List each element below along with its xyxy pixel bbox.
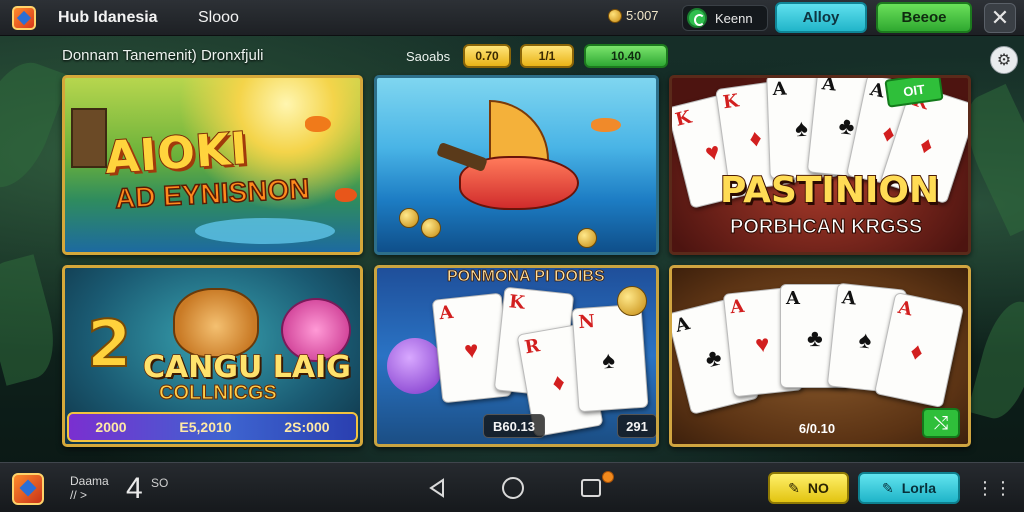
app-logo-icon[interactable]: [12, 473, 44, 505]
cyan-button-label: Lorla: [901, 480, 936, 496]
tile-title: PASTINION: [719, 169, 940, 212]
profile-label: Daama // >: [70, 474, 110, 502]
purple-orb: [387, 338, 443, 394]
filter-chip[interactable]: 1/1: [520, 44, 574, 68]
amount-tag: B60.13: [483, 414, 545, 438]
level-sub: SO: [151, 476, 169, 490]
app-logo-icon[interactable]: [12, 6, 36, 30]
settings-icon[interactable]: ⚙: [990, 46, 1018, 74]
filter-chip[interactable]: 10.40: [584, 44, 668, 68]
coin-decoration: [577, 228, 597, 248]
pencil-icon: ✎: [882, 479, 894, 496]
ship-cannon: [436, 141, 488, 173]
fish-decoration: [591, 118, 621, 132]
close-icon[interactable]: ✕: [984, 3, 1016, 33]
notification-dot-icon: [602, 471, 614, 483]
cyan-action-button[interactable]: ✎ Lorla: [858, 472, 960, 504]
filter-label: Saoabs: [406, 49, 451, 64]
game-tile-cards[interactable]: A ♣ A ♥ A ♣ A ♠ A ♦ 6/0.10 ⤭: [669, 265, 971, 447]
game-tile-aioki[interactable]: AIOKI AD EYNISNON: [62, 75, 363, 255]
coin-decoration: [617, 286, 647, 316]
hut-decoration: [71, 108, 107, 168]
profile-label-line: Daama: [70, 474, 109, 488]
gem-icon: [687, 8, 707, 28]
app-title: Hub Idanesia: [58, 9, 158, 26]
tile-subtitle: COLLNICGS: [159, 382, 278, 405]
tile-title: AIOKI: [102, 122, 251, 185]
level-value: 4: [126, 472, 143, 505]
back-icon[interactable]: [424, 475, 450, 501]
game-tile-cangu-laig[interactable]: 2 CANGU LAIG COLLNICGS 2000 E5,2010 2S:0…: [62, 265, 363, 447]
gem-label: Keenn: [715, 10, 753, 26]
pond-decoration: [195, 218, 335, 244]
tile-number: 2: [86, 307, 133, 383]
recent-apps-icon[interactable]: [578, 475, 604, 501]
fish-decoration: [335, 188, 357, 202]
allow-button[interactable]: Alloy: [775, 2, 867, 33]
tile-subtitle: PORBHCAN KRGSS: [729, 216, 923, 239]
shuffle-icon[interactable]: ⤭: [922, 408, 960, 438]
amount-tag: 291: [617, 414, 656, 438]
tile-title: CANGU LAIG: [142, 349, 351, 386]
game-tile-pastinion[interactable]: K♥ K♦ A♠ A♣ A♦ K♦ OIT PASTINION PORBHCAN…: [669, 75, 971, 255]
filter-chip[interactable]: 0.70: [463, 44, 511, 68]
jackpot-value: 2S:000: [284, 419, 330, 435]
top-bar: Hub Idanesia Slooo 5:007 Keenn Alloy Bee…: [0, 0, 1024, 36]
coin-icon: [608, 8, 622, 23]
leaf-icon: ✎: [788, 479, 800, 496]
jackpot-value: E5,2010: [179, 419, 232, 435]
playing-card: N ♠: [571, 303, 649, 413]
menu-icon[interactable]: ⋮⋮: [976, 476, 1012, 500]
fish-decoration: [305, 116, 331, 132]
bottom-bar: Daama // > 4 SO ✎ NO ✎ Lorla ⋮⋮: [0, 462, 1024, 512]
coin-balance: 5:007: [608, 8, 659, 23]
tiger-mascot: [173, 288, 259, 358]
jackpot-bar: 2000 E5,2010 2S:000: [67, 412, 358, 442]
yellow-button-label: NO: [807, 480, 829, 496]
coin-value: 5:007: [626, 8, 659, 23]
profile-label-line: // >: [70, 488, 88, 502]
gem-balance-pill[interactable]: Keenn: [682, 5, 768, 31]
section-title: Donnam Tanemenit) Dronxfjuli: [62, 47, 264, 64]
amount-tag: 6/0.10: [798, 420, 836, 436]
home-icon[interactable]: [500, 475, 526, 501]
coin-decoration: [421, 218, 441, 238]
jackpot-value: 2000: [95, 419, 127, 435]
tile-title: PONMONA PI DOIBS: [447, 268, 605, 285]
game-tile-fish-ship[interactable]: [374, 75, 659, 255]
game-tile-ponmona[interactable]: PONMONA PI DOIBS A♥ K♦ R♦ N♠ B60.13 291: [374, 265, 659, 447]
green-action-button[interactable]: Beeoe: [876, 2, 972, 33]
coin-decoration: [399, 208, 419, 228]
top-nav-link[interactable]: Slooo: [198, 9, 239, 27]
yellow-action-button[interactable]: ✎ NO: [768, 472, 849, 504]
